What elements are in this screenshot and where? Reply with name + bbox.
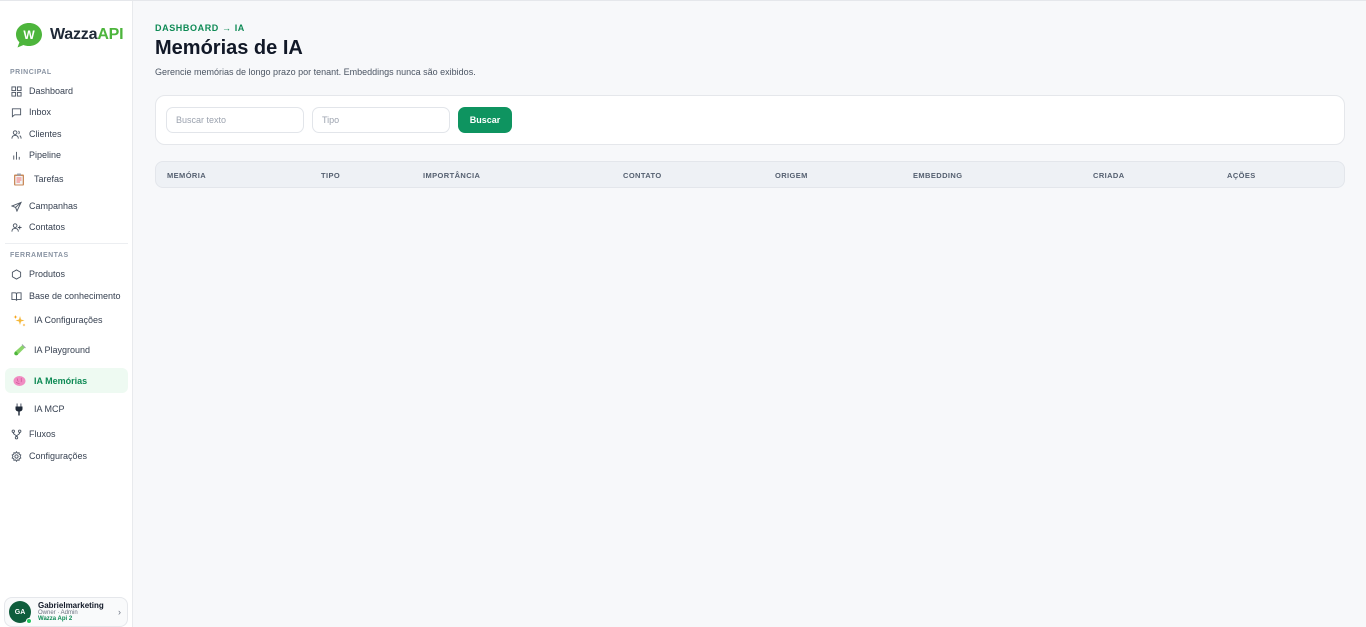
sidebar-item-label: Clientes — [29, 129, 62, 139]
brand-name-accent: API — [97, 26, 124, 43]
test-tube-icon — [12, 343, 26, 357]
page-title: Memórias de IA — [155, 37, 303, 59]
sidebar-item-tarefas[interactable]: Tarefas — [5, 168, 128, 190]
sidebar-item-label: Produtos — [29, 269, 66, 279]
sidebar-item-dashboard[interactable]: Dashboard — [5, 80, 128, 102]
sidebar: W WazzaAPI PRINCIPAL Dashboard Inbox Cli… — [0, 1, 133, 627]
sidebar-item-label: Contatos — [29, 222, 66, 232]
sidebar-item-produtos[interactable]: Produtos — [5, 263, 128, 285]
user-card[interactable]: GA Gabrielmarketing Owner · Admin Wazza … — [4, 597, 128, 627]
bar-chart-icon — [11, 150, 22, 161]
sidebar-item-label: Base de conhecimento — [29, 291, 121, 301]
breadcrumb: DASHBOARD → IA — [155, 23, 245, 33]
sparkles-icon — [12, 313, 26, 327]
search-text-input[interactable] — [166, 107, 304, 133]
sidebar-item-label: Campanhas — [29, 201, 78, 211]
avatar: GA — [9, 601, 32, 624]
grid-icon — [11, 85, 22, 97]
column-header-origem[interactable]: ORIGEM — [775, 171, 808, 180]
sidebar-item-pipeline[interactable]: Pipeline — [5, 144, 128, 166]
user-plus-icon — [11, 222, 22, 233]
sidebar-item-label: Fluxos — [29, 429, 56, 439]
table-header: MEMÓRIA TIPO IMPORTÂNCIA CONTATO ORIGEM … — [155, 161, 1345, 188]
brain-icon — [12, 374, 26, 388]
sidebar-item-campanhas[interactable]: Campanhas — [5, 195, 128, 217]
sidebar-item-base-de-conhecimento[interactable]: Base de conhecimento — [5, 285, 128, 307]
flow-icon — [11, 429, 22, 440]
send-icon — [11, 201, 22, 212]
column-header-importancia[interactable]: IMPORTÂNCIA — [423, 171, 480, 180]
search-button[interactable]: Buscar — [458, 107, 512, 133]
sidebar-item-label: Dashboard — [29, 86, 74, 96]
section-label-principal: PRINCIPAL — [10, 69, 52, 76]
column-header-memoria[interactable]: MEMÓRIA — [167, 171, 206, 180]
sidebar-item-label: IA Configurações — [34, 315, 103, 325]
page-subtitle: Gerencie memórias de longo prazo por ten… — [155, 67, 476, 77]
sidebar-item-label: Pipeline — [29, 150, 62, 160]
column-header-tipo[interactable]: TIPO — [321, 171, 340, 180]
sidebar-item-fluxos[interactable]: Fluxos — [5, 423, 128, 445]
column-header-criada[interactable]: CRIADA — [1093, 171, 1125, 180]
sidebar-item-label: Inbox — [29, 107, 52, 117]
avatar-initials: GA — [14, 608, 26, 616]
users-icon — [11, 129, 22, 140]
sidebar-item-ia-mcp[interactable]: IA MCP — [5, 398, 128, 420]
whatsapp-logo-icon: W — [14, 21, 44, 49]
sidebar-item-clientes[interactable]: Clientes — [5, 123, 128, 145]
sidebar-item-label: Configurações — [29, 451, 88, 461]
clipboard-icon — [12, 172, 26, 186]
sidebar-item-label: IA MCP — [34, 404, 65, 414]
sidebar-item-contatos[interactable]: Contatos — [5, 216, 128, 238]
chevron-right-icon: › — [118, 607, 121, 617]
plug-icon — [12, 402, 26, 416]
sidebar-item-ia-configuracoes[interactable]: IA Configurações — [5, 309, 128, 331]
sidebar-item-ia-memorias[interactable]: IA Memórias — [5, 368, 128, 393]
sidebar-item-configuracoes[interactable]: Configurações — [5, 445, 128, 467]
column-header-embedding[interactable]: EMBEDDING — [913, 171, 962, 180]
svg-text:W: W — [23, 28, 35, 42]
column-header-contato[interactable]: CONTATO — [623, 171, 662, 180]
brand-logo[interactable]: W WazzaAPI — [14, 21, 124, 49]
sidebar-divider — [5, 243, 128, 244]
column-header-acoes: AÇÕES — [1227, 171, 1256, 180]
book-icon — [11, 291, 22, 302]
sidebar-item-label: IA Memórias — [34, 375, 88, 386]
chat-icon — [11, 107, 22, 118]
hexagon-icon — [11, 268, 22, 280]
filter-card: Buscar — [155, 95, 1345, 145]
user-info: Gabrielmarketing Owner · Admin Wazza Api… — [38, 602, 110, 623]
online-status-dot — [26, 618, 32, 624]
sidebar-item-label: IA Playground — [34, 345, 91, 355]
user-name: Gabrielmarketing — [38, 601, 104, 610]
sidebar-item-label: Tarefas — [34, 174, 64, 184]
sidebar-item-ia-playground[interactable]: IA Playground — [5, 339, 128, 361]
sidebar-item-inbox[interactable]: Inbox — [5, 101, 128, 123]
brand-name: Wazza — [50, 26, 98, 43]
gear-icon — [11, 450, 22, 462]
user-org: Wazza Api 2 — [38, 616, 73, 623]
section-label-ferramentas: FERRAMENTAS — [10, 252, 69, 259]
type-filter-input[interactable] — [312, 107, 450, 133]
